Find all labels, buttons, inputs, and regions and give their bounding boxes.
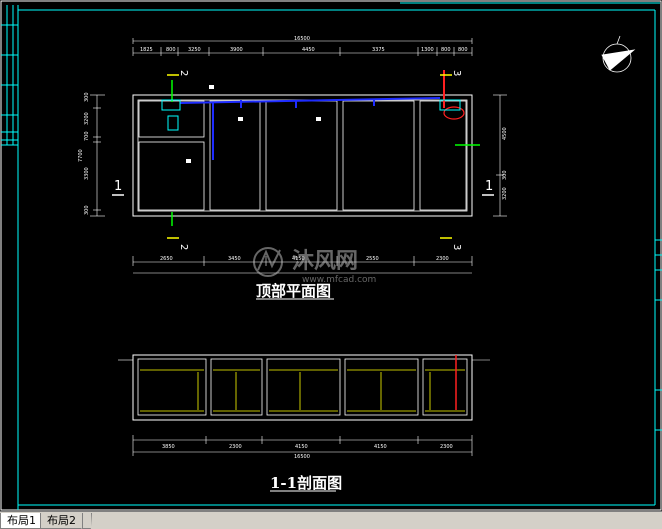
svg-text:4150: 4150 [374, 444, 387, 450]
svg-text:800: 800 [166, 47, 176, 53]
dim-right-col: 4500 300 3200 [502, 127, 508, 200]
svg-text:3450: 3450 [228, 256, 241, 262]
watermark-cn: 沐风网 [292, 249, 358, 274]
svg-text:300: 300 [502, 170, 508, 180]
svg-text:7700: 7700 [78, 149, 84, 162]
svg-text:2300: 2300 [440, 444, 453, 450]
plan-title: 顶部平面图 [256, 282, 331, 300]
svg-text:3850: 3850 [162, 444, 175, 450]
svg-text:2300: 2300 [436, 256, 449, 262]
svg-text:2650: 2650 [160, 256, 173, 262]
svg-text:300: 300 [84, 92, 90, 102]
svg-text:1825: 1825 [140, 47, 153, 53]
section-mark-3-top: 3 [451, 70, 462, 76]
plan-view: 1 1 2 2 3 3 [90, 38, 507, 274]
svg-text:4150: 4150 [295, 444, 308, 450]
section-title: 1-1剖面图 [270, 474, 342, 492]
svg-text:800: 800 [458, 47, 468, 53]
svg-text:3250: 3250 [188, 47, 201, 53]
layout-tab-bar: 布局1 布局2 [0, 511, 662, 529]
dim-top-row: 1825 800 3250 3900 4450 3375 1300 800 80… [140, 47, 468, 53]
cad-drawing-canvas[interactable]: 1 1 2 2 3 3 16500 1825 800 3250 3900 445… [0, 0, 662, 511]
svg-text:4500: 4500 [502, 127, 508, 140]
svg-text:2550: 2550 [366, 256, 379, 262]
tab-layout-1[interactable]: 布局1 [0, 513, 47, 529]
svg-text:3375: 3375 [372, 47, 385, 53]
section-view [118, 354, 490, 456]
svg-text:3200: 3200 [84, 112, 90, 125]
watermark: 沐风网 www.mfcad.com [253, 247, 376, 285]
section-mark-2-top: 2 [178, 70, 189, 76]
svg-text:700: 700 [84, 131, 90, 141]
svg-text:3200: 3200 [502, 187, 508, 200]
left-title-block [1, 5, 19, 510]
tab-layout-2[interactable]: 布局2 [40, 513, 87, 529]
svg-text:300: 300 [84, 205, 90, 215]
section-mark-2-bottom: 2 [178, 244, 189, 250]
svg-text:3900: 3900 [230, 47, 243, 53]
drawing-svg: 1 1 2 2 3 3 16500 1825 800 3250 3900 445… [0, 0, 662, 511]
svg-text:16500: 16500 [294, 454, 310, 460]
section-mark-left: 1 [114, 179, 122, 194]
section-mark-3-bottom: 3 [451, 244, 462, 250]
svg-text:800: 800 [441, 47, 451, 53]
section-mark-right: 1 [485, 179, 493, 194]
svg-text:2300: 2300 [229, 444, 242, 450]
dim-left-col: 300 3200 700 3300 300 7700 [78, 92, 90, 215]
svg-text:3300: 3300 [84, 167, 90, 180]
svg-text:1300: 1300 [421, 47, 434, 53]
tab-overflow[interactable] [82, 513, 92, 529]
dim-overall-top: 16500 [294, 36, 310, 42]
north-arrow-icon [601, 35, 636, 73]
svg-text:4450: 4450 [302, 47, 315, 53]
